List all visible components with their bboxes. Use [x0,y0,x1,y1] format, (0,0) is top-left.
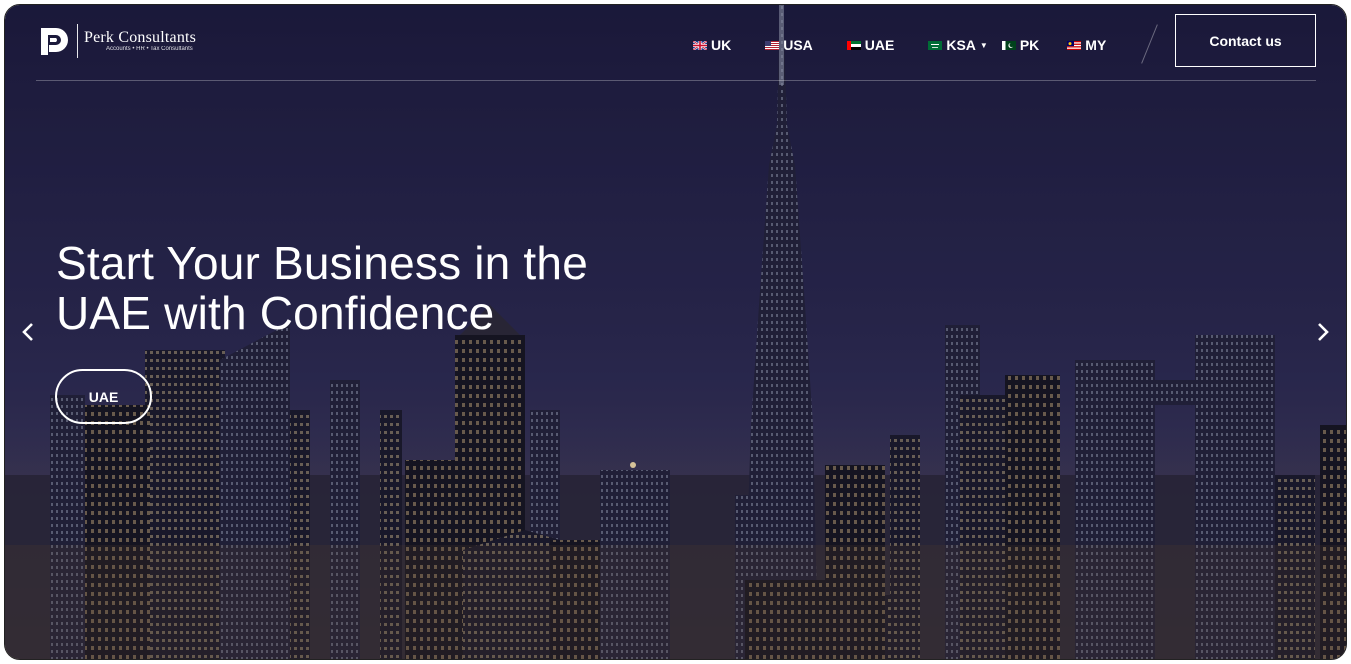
nav-item-usa[interactable]: USA [765,37,813,53]
uk-flag-icon [693,40,707,50]
brand-tagline: Accounts • HR • Tax Consultants [106,46,193,52]
my-flag-icon [1067,40,1082,50]
nav-label-pk: PK [1019,37,1040,53]
hero-headline-line-1: Start Your Business in the [56,237,588,289]
pk-flag-icon [1001,40,1016,50]
chevron-right-icon [1318,323,1329,341]
slider-next-button[interactable] [1312,317,1334,347]
nav-label-my: MY [1085,37,1107,53]
usa-flag-icon [765,40,780,50]
ksa-flag-icon [928,40,943,50]
nav-label-uk: UK [711,37,732,53]
nav-item-uk[interactable]: UK [693,37,731,53]
chevron-left-icon [22,323,33,341]
header-divider [36,80,1316,81]
hero-headline: Start Your Business in the UAE with Conf… [56,238,696,338]
header-separator [1141,24,1158,64]
hero-frame: Perk Consultants Accounts • HR • Tax Con… [4,4,1347,660]
nav-label-ksa: KSA [946,37,976,53]
contact-us-button[interactable]: Contact us [1175,14,1316,67]
nav-item-pk[interactable]: PK [1001,37,1040,53]
site-header: Perk Consultants Accounts • HR • Tax Con… [5,5,1346,85]
chevron-down-icon: ▼ [979,40,988,50]
nav-label-uae: UAE [864,37,895,53]
brand-name: Perk Consultants [84,29,197,46]
logo-separator [77,24,78,58]
uae-flag-icon [846,40,861,50]
country-nav: UK USA UAE KSA ▼ PK MY [693,36,1140,54]
slider-prev-button[interactable] [17,317,39,347]
brand-logo[interactable]: Perk Consultants Accounts • HR • Tax Con… [38,21,196,61]
uae-button[interactable]: UAE [55,369,152,424]
perk-logo-icon [41,28,68,55]
nav-label-usa: USA [783,37,813,53]
nav-item-uae[interactable]: UAE [846,37,895,53]
nav-item-ksa[interactable]: KSA ▼ [928,37,988,53]
hero-headline-line-2: UAE with Confidence [56,287,495,339]
nav-item-my[interactable]: MY [1067,37,1106,53]
